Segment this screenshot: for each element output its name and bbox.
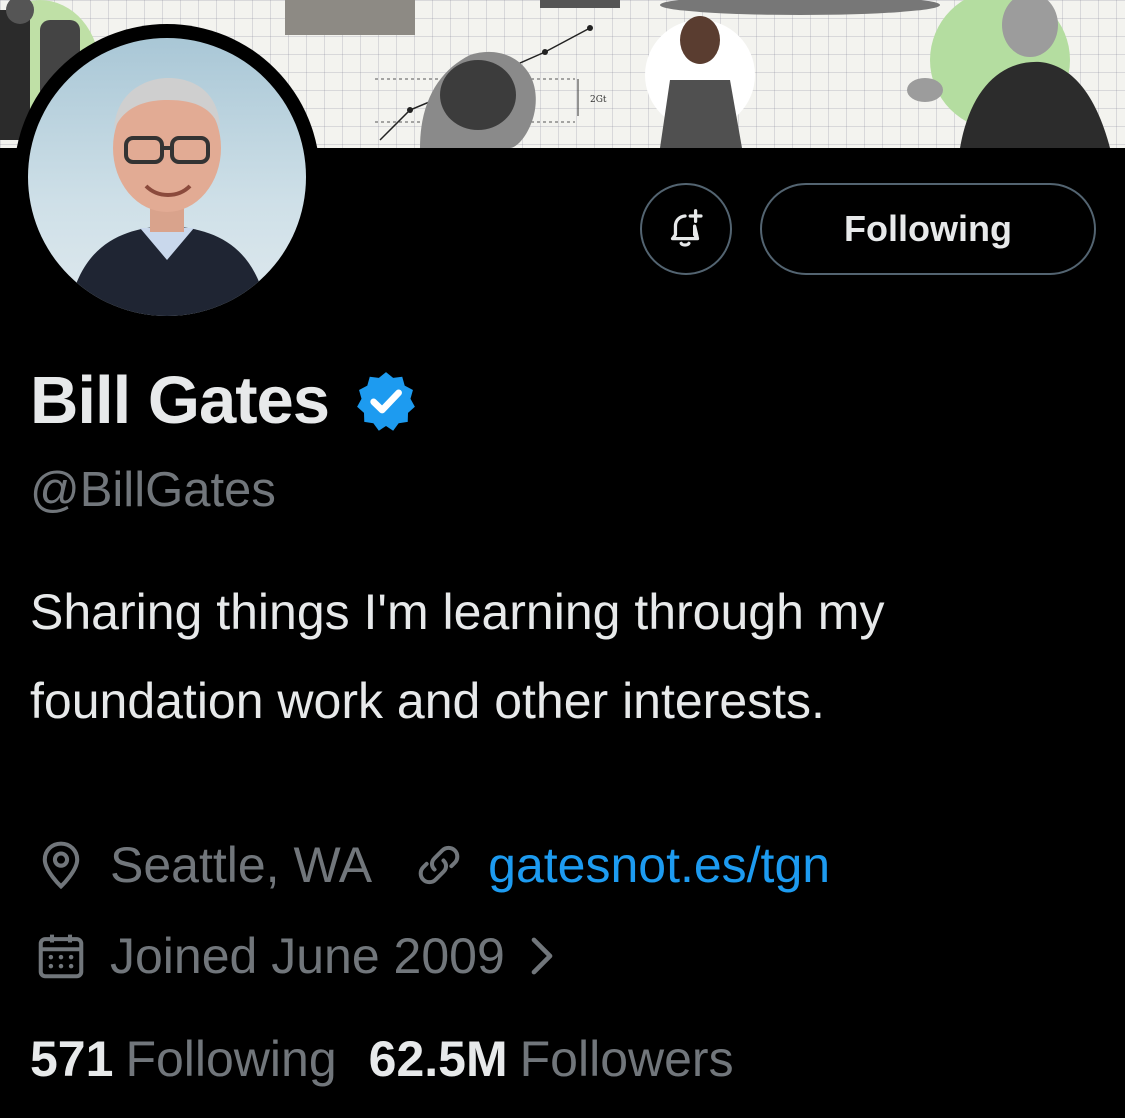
avatar[interactable] — [28, 38, 306, 316]
profile-stats: 571 Following 62.5M Followers — [30, 1030, 734, 1088]
profile-handle: @BillGates — [30, 463, 276, 517]
notification-button[interactable] — [640, 183, 732, 275]
profile-bio: Sharing things I'm learning through my f… — [30, 584, 885, 729]
verified-badge-icon[interactable] — [353, 368, 419, 434]
following-count: 571 — [30, 1031, 114, 1087]
chevron-right-icon[interactable] — [525, 933, 559, 979]
profile-meta-row: Seattle, WA gatesnot.es/tgn — [34, 836, 830, 894]
profile-website-link[interactable]: gatesnot.es/tgn — [488, 836, 830, 894]
profile-joined-date: Joined June 2009 — [110, 928, 505, 984]
followers-label: Followers — [519, 1031, 734, 1087]
location-pin-icon — [42, 841, 80, 890]
link-icon — [418, 845, 460, 885]
profile-name-row: Bill Gates — [30, 362, 419, 439]
following-label: Following — [125, 1031, 337, 1087]
calendar-icon — [38, 934, 84, 979]
avatar-photo — [28, 38, 306, 316]
avatar-border — [14, 24, 320, 330]
svg-text:2Gt: 2Gt — [590, 95, 607, 105]
following-stat[interactable]: 571 Following — [30, 1030, 337, 1088]
followers-stat[interactable]: 62.5M Followers — [369, 1030, 734, 1088]
profile-location: Seattle, WA — [110, 837, 373, 893]
profile-joined-row[interactable]: Joined June 2009 — [34, 927, 559, 985]
following-button[interactable]: Following — [760, 183, 1096, 275]
profile-name: Bill Gates — [30, 363, 330, 438]
bell-plus-icon — [670, 209, 703, 247]
followers-count: 62.5M — [368, 1031, 508, 1087]
